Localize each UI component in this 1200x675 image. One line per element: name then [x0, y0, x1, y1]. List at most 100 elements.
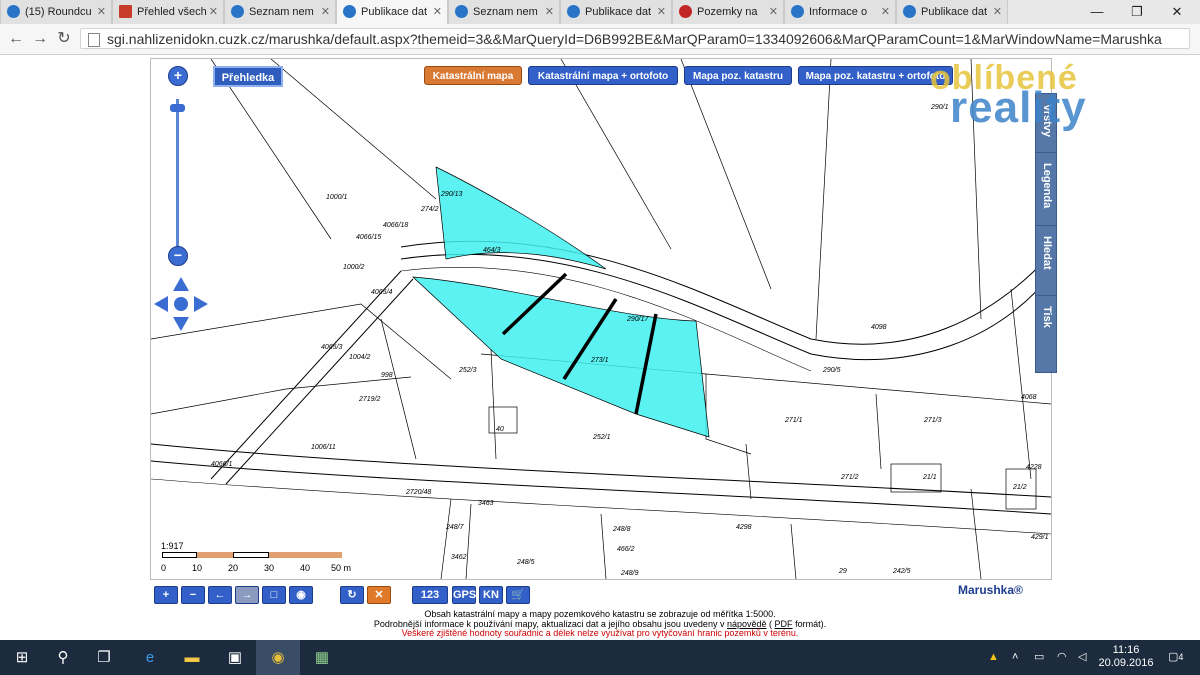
map-canvas[interactable]: 290/13 274/2 1000/1 4066/18 4066/15 1000… — [151, 59, 1051, 579]
task-view-icon[interactable]: ❐ — [82, 640, 126, 675]
zoom-box-button[interactable]: □ — [262, 586, 286, 604]
parcel-label: 248/8 — [612, 526, 631, 533]
notification-icon[interactable]: ▢4 — [1168, 640, 1183, 675]
clock[interactable]: 11:16 20.09.2016 — [1098, 644, 1154, 670]
info-button[interactable]: ◉ — [289, 586, 313, 604]
parcel-label: 1006/11 — [311, 444, 336, 451]
windows-start-icon[interactable]: ⊞ — [0, 640, 44, 675]
close-icon[interactable]: ✕ — [993, 0, 1002, 24]
zoom-slider-thumb[interactable] — [170, 104, 185, 112]
pan-down-icon[interactable] — [173, 317, 189, 331]
warning-icon[interactable]: ▲ — [988, 640, 999, 675]
parcel-label: 271/1 — [784, 417, 803, 424]
tab-publikace-3[interactable]: Publikace dat ✕ — [896, 0, 1008, 24]
close-icon[interactable]: ✕ — [545, 0, 554, 24]
tab-seznam-2[interactable]: Seznam nem ✕ — [448, 0, 560, 24]
pan-left-icon[interactable] — [154, 296, 168, 312]
back-icon[interactable]: ← — [6, 29, 26, 49]
scale-ratio: 1:917 — [161, 541, 184, 551]
layer-button-katastralni-mapa[interactable]: Katastrální mapa — [424, 66, 522, 85]
tab-seznam-1[interactable]: Seznam nem ✕ — [224, 0, 336, 24]
parcel-label: 4065/4 — [371, 289, 393, 296]
parcel-label: 4066/15 — [356, 234, 381, 241]
url-input[interactable]: sgi.nahlizenidokn.cuzk.cz/marushka/defau… — [80, 28, 1190, 49]
cuzk-icon — [903, 5, 916, 18]
scale-segment — [162, 552, 197, 558]
layer-button-mapa-poz-katastru[interactable]: Mapa poz. katastru — [684, 66, 792, 85]
close-icon[interactable]: ✕ — [97, 0, 106, 24]
tab-publikace-active[interactable]: Publikace dat ✕ — [336, 0, 448, 24]
battery-icon[interactable]: ▭ — [1034, 640, 1044, 675]
scale-segment — [197, 552, 233, 558]
store-icon[interactable]: ▣ — [213, 640, 257, 675]
close-window-icon[interactable]: ✕ — [1160, 0, 1194, 24]
pan-right-icon[interactable] — [194, 296, 208, 312]
measure-button[interactable]: 123 — [412, 586, 448, 604]
tab-legenda[interactable]: Legenda — [1035, 152, 1057, 230]
overview-button[interactable]: Přehledka — [213, 66, 283, 87]
close-icon[interactable]: ✕ — [209, 0, 218, 24]
tab-tisk[interactable]: Tisk — [1035, 295, 1057, 373]
reload-icon[interactable]: ↻ — [54, 29, 74, 49]
parcel-label: 290/17 — [626, 316, 650, 323]
edge-icon[interactable]: e — [128, 640, 172, 675]
address-bar: ← → ↻ sgi.nahlizenidokn.cuzk.cz/marushka… — [0, 24, 1200, 55]
kn-button[interactable]: KN — [479, 586, 503, 604]
previous-view-button[interactable]: ← — [208, 586, 232, 604]
cadastral-map[interactable]: 290/13 274/2 1000/1 4066/18 4066/15 1000… — [150, 58, 1052, 580]
wifi-icon[interactable]: ◠ — [1057, 640, 1067, 675]
tab-hledat[interactable]: Hledat — [1035, 225, 1057, 303]
chrome-icon[interactable]: ◉ — [256, 640, 300, 675]
pan-control[interactable] — [154, 277, 208, 331]
cuzk-icon — [455, 5, 468, 18]
scale-tick: 30 — [264, 563, 275, 573]
watermark-line2: reality — [950, 83, 1087, 132]
parcel-label: 429/1 — [1031, 534, 1049, 541]
red-icon — [679, 5, 692, 18]
parcel-label: 464/3 — [483, 247, 501, 254]
calculator-icon[interactable]: ▦ — [300, 640, 344, 675]
cart-icon[interactable]: 🛒 — [506, 586, 530, 604]
tab-prehled[interactable]: Přehled všech ✕ — [112, 0, 224, 24]
search-icon[interactable]: ⚲ — [41, 640, 85, 675]
zoom-slider[interactable] — [176, 99, 179, 249]
close-icon[interactable]: ✕ — [881, 0, 890, 24]
scale-tick: 20 — [228, 563, 239, 573]
parcel-label: 1000/1 — [326, 194, 348, 201]
forward-icon[interactable]: → — [30, 29, 50, 49]
tab-roundcube[interactable]: (15) Roundcu ✕ — [0, 0, 112, 24]
parcel-label: 274/2 — [420, 206, 439, 213]
parcel-label: 271/3 — [923, 417, 942, 424]
parcel-label: 4066/1 — [211, 461, 233, 468]
pan-up-icon[interactable] — [173, 277, 189, 291]
parcel-label: 290/13 — [440, 191, 463, 198]
close-icon[interactable]: ✕ — [321, 0, 330, 24]
close-icon[interactable]: ✕ — [433, 0, 442, 24]
tab-publikace-2[interactable]: Publikace dat ✕ — [560, 0, 672, 24]
chevron-up-icon[interactable]: ˄ — [1012, 640, 1018, 675]
zoom-out-icon[interactable]: − — [168, 246, 188, 266]
gps-button[interactable]: GPS — [452, 586, 476, 604]
close-icon[interactable]: ✕ — [657, 0, 666, 24]
tab-informace[interactable]: Informace o ✕ — [784, 0, 896, 24]
refresh-button[interactable]: ↻ — [340, 586, 364, 604]
parcel-label: 466/2 — [617, 546, 635, 553]
volume-icon[interactable]: ◁ — [1078, 640, 1086, 675]
parcel-label: 290/5 — [822, 367, 841, 374]
minimize-icon[interactable]: — — [1080, 0, 1114, 24]
scale-tick: 50 m — [331, 563, 352, 573]
clear-button[interactable]: ✕ — [367, 586, 391, 604]
close-icon[interactable]: ✕ — [769, 0, 778, 24]
zoom-in-icon[interactable]: + — [168, 66, 188, 86]
next-view-button[interactable]: → — [235, 586, 259, 604]
folder-icon[interactable]: ▬ — [170, 640, 214, 675]
scale-segment — [269, 552, 305, 558]
restore-icon[interactable]: ❐ — [1120, 0, 1154, 24]
parcel-label: 4068 — [1021, 394, 1037, 401]
tab-pozemky[interactable]: Pozemky na ✕ — [672, 0, 784, 24]
parcel-label: 4298 — [736, 524, 752, 531]
zoom-in-button[interactable]: + — [154, 586, 178, 604]
zoom-out-button[interactable]: − — [181, 586, 205, 604]
pan-center-icon[interactable] — [174, 297, 188, 311]
layer-button-katastralni-ortofoto[interactable]: Katastrální mapa + ortofoto — [528, 66, 678, 85]
